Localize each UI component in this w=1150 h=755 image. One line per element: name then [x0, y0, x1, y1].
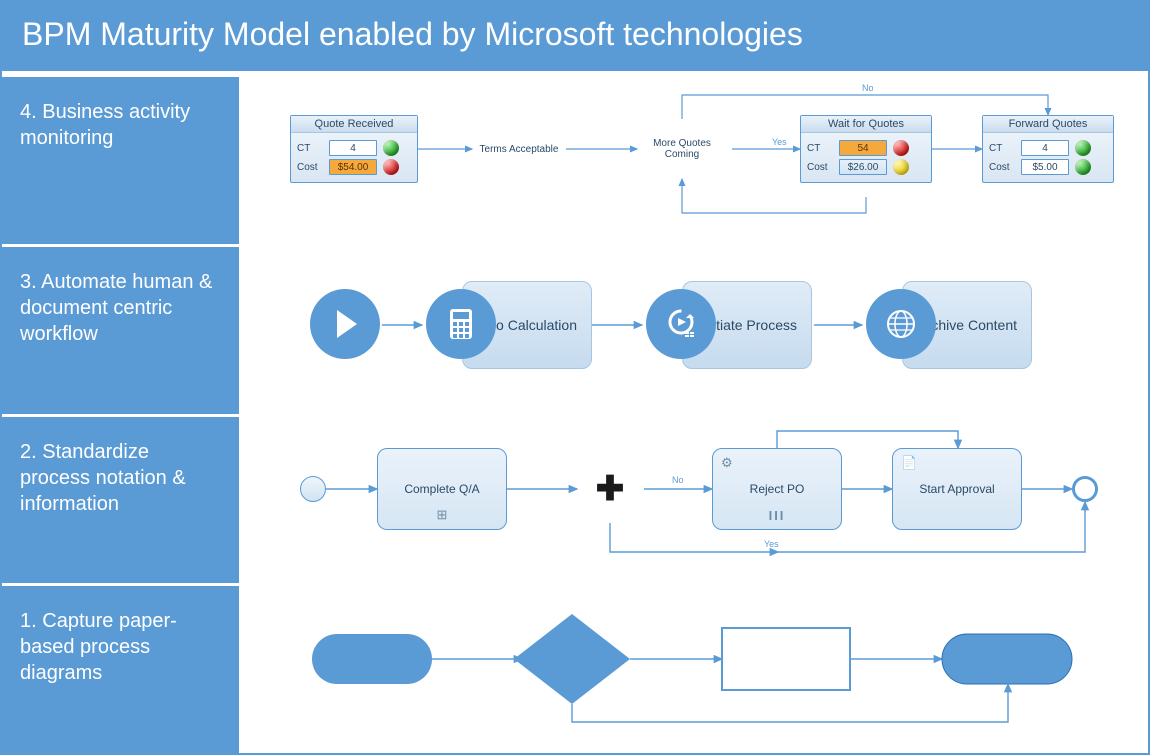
- level-2-text: Standardize process notation & informati…: [20, 441, 186, 515]
- subprocess-marker-icon: ⊞: [437, 507, 448, 523]
- level-3-text: Automate human & document centric workfl…: [20, 271, 212, 345]
- forward-quotes-cost: $5.00: [1021, 159, 1069, 175]
- multi-instance-marker-icon: III: [769, 508, 786, 523]
- row-level-3: 3. Automate human & document centric wor…: [2, 244, 1148, 414]
- forward-quotes-ct: 4: [1021, 140, 1069, 156]
- level-4-content: Quote Received CT4 Cost$54.00 Terms Acce…: [242, 77, 1148, 244]
- edge-label-no: No: [862, 83, 874, 93]
- level-4-text: Business activity monitoring: [20, 101, 190, 149]
- row-level-1: 1. Capture paper-based process diagrams: [2, 583, 1148, 753]
- level-4-num: 4.: [20, 101, 37, 123]
- rows-container: 4. Business activity monitoring Quote Re…: [2, 71, 1148, 753]
- decision-diamond-icon: [514, 614, 630, 704]
- card-quote-received-title: Quote Received: [291, 116, 417, 133]
- process-box-icon: [722, 628, 850, 690]
- level-1-label: 1. Capture paper-based process diagrams: [2, 586, 242, 753]
- level-1-text: Capture paper-based process diagrams: [20, 610, 177, 684]
- quote-received-cost: $54.00: [329, 159, 377, 175]
- bpmn-start-event-icon: [300, 476, 326, 502]
- task-reject-po: ⚙ Reject PO III: [712, 448, 842, 530]
- status-dot-red-icon: [893, 140, 909, 156]
- status-dot-green-icon: [1075, 159, 1091, 175]
- task-complete-qa: Complete Q/A ⊞: [377, 448, 507, 530]
- status-dot-green-icon: [1075, 140, 1091, 156]
- status-dot-red-icon: [383, 159, 399, 175]
- level-2-label: 2. Standardize process notation & inform…: [2, 417, 242, 584]
- edge-label-no-2: No: [672, 475, 684, 485]
- status-dot-green-icon: [383, 140, 399, 156]
- diamond-more-quotes: More Quotes Coming: [637, 119, 727, 179]
- bpmn-gateway-parallel-icon: ✚: [575, 454, 645, 524]
- terminator-shape-icon: [312, 634, 432, 684]
- status-dot-yellow-icon: [893, 159, 909, 175]
- bpmn-end-event-icon: [1072, 476, 1098, 502]
- edge-label-yes: Yes: [772, 137, 787, 147]
- diagram-title: BPM Maturity Model enabled by Microsoft …: [2, 2, 1148, 71]
- wait-quotes-cost: $26.00: [839, 159, 887, 175]
- card-forward-quotes: Forward Quotes CT4 Cost$5.00: [982, 115, 1114, 183]
- row-level-4: 4. Business activity monitoring Quote Re…: [2, 71, 1148, 244]
- wait-quotes-ct: 54: [839, 140, 887, 156]
- row1-diagram: [242, 586, 1147, 746]
- row-level-2: 2. Standardize process notation & inform…: [2, 414, 1148, 584]
- task-start-approval: 📄 Start Approval: [892, 448, 1022, 530]
- diagram-frame: BPM Maturity Model enabled by Microsoft …: [0, 0, 1150, 755]
- level-3-content: Do Calculation Intiate Process Archive C…: [242, 247, 1148, 414]
- edge-label-yes-2: Yes: [764, 539, 779, 549]
- level-1-content: [242, 586, 1148, 753]
- start-play-icon: [310, 289, 380, 359]
- level-3-num: 3.: [20, 271, 37, 293]
- card-wait-quotes-title: Wait for Quotes: [801, 116, 931, 133]
- calculator-icon: [426, 289, 496, 359]
- card-quote-received: Quote Received CT4 Cost$54.00: [290, 115, 418, 183]
- level-2-num: 2.: [20, 441, 37, 463]
- script-icon: 📄: [901, 455, 917, 471]
- card-forward-quotes-title: Forward Quotes: [983, 116, 1113, 133]
- globe-icon: [866, 289, 936, 359]
- quote-received-ct: 4: [329, 140, 377, 156]
- gear-icon: ⚙: [721, 455, 733, 471]
- terminator-shape-icon: [942, 634, 1072, 684]
- level-4-label: 4. Business activity monitoring: [2, 77, 242, 244]
- diamond-terms-acceptable: Terms Acceptable: [474, 119, 564, 179]
- process-cycle-icon: [646, 289, 716, 359]
- level-3-label: 3. Automate human & document centric wor…: [2, 247, 242, 414]
- level-2-content: Complete Q/A ⊞ ✚ No Yes ⚙ Reject PO III …: [242, 417, 1148, 584]
- level-1-num: 1.: [20, 610, 37, 632]
- card-wait-quotes: Wait for Quotes CT54 Cost$26.00: [800, 115, 932, 183]
